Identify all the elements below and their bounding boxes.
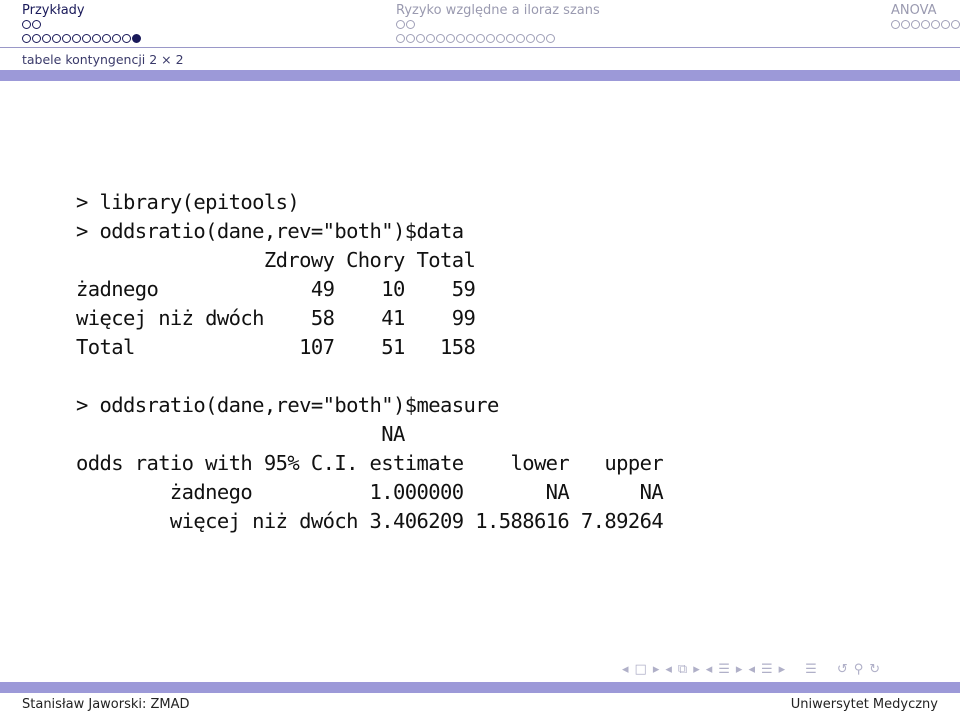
code-line: > oddsratio(dane,rev="both")$measure [76, 393, 499, 417]
code-line: żadnego 49 10 59 [76, 277, 476, 301]
code-line: żadnego 1.000000 NA NA [76, 480, 664, 504]
frame-dot[interactable] [931, 20, 940, 29]
frame-dot[interactable] [496, 34, 505, 43]
frame-dot[interactable] [486, 34, 495, 43]
nav-symbol-icon[interactable]: ▸ [779, 662, 786, 677]
frame-dot[interactable] [62, 34, 71, 43]
code-line: Total 107 51 158 [76, 335, 476, 359]
code-line: > oddsratio(dane,rev="both")$data [76, 219, 464, 243]
nav-symbol-icon[interactable]: ▸ [693, 662, 700, 677]
nav-symbol-icon[interactable]: ▸ [736, 662, 743, 677]
frame-dot[interactable] [891, 20, 900, 29]
frame-dot[interactable] [102, 34, 111, 43]
current-frame-dot[interactable] [132, 34, 141, 43]
header-navigation: Przykłady Ryzyko względne a iloraz szans… [0, 0, 960, 48]
frame-dot[interactable] [32, 34, 41, 43]
section-przyklady[interactable]: Przykłady [22, 3, 141, 46]
nav-symbol-icon[interactable]: ☰ [761, 662, 773, 677]
frame-dot[interactable] [82, 34, 91, 43]
footer-institution: Uniwersytet Medyczny [790, 697, 938, 712]
frame-dot[interactable] [72, 34, 81, 43]
frame-dot[interactable] [396, 20, 405, 29]
nav-symbol-icon[interactable]: ↺ [837, 662, 848, 677]
header-divider [0, 47, 960, 48]
frame-dot[interactable] [901, 20, 910, 29]
nav-dots-row [396, 20, 600, 32]
frame-dot[interactable] [456, 34, 465, 43]
frame-dot[interactable] [406, 20, 415, 29]
section-anova[interactable]: ANOVA [891, 3, 960, 32]
section-title[interactable]: Przykłady [22, 3, 141, 18]
subsection-title: tabele kontyngencji 2 × 2 [22, 52, 184, 67]
footer-author: Stanisław Jaworski: ZMAD [22, 697, 190, 712]
frame-dot[interactable] [546, 34, 555, 43]
frame-dot[interactable] [506, 34, 515, 43]
frame-dot[interactable] [32, 20, 41, 29]
nav-symbol-icon[interactable]: ◂ [622, 662, 629, 677]
footer-band [0, 682, 960, 693]
frame-dot[interactable] [426, 34, 435, 43]
frame-dot[interactable] [42, 34, 51, 43]
nav-dots-row [22, 20, 141, 32]
code-line: więcej niż dwóch 58 41 99 [76, 306, 476, 330]
nav-symbol-icon[interactable]: ◂ [665, 662, 672, 677]
nav-dots-row [22, 34, 141, 46]
nav-symbol-icon[interactable]: ⚲ [854, 662, 864, 677]
frame-dot[interactable] [396, 34, 405, 43]
nav-symbol-icon[interactable]: ◂ [706, 662, 713, 677]
code-line: > library(epitools) [76, 190, 300, 214]
code-line: Zdrowy Chory Total [76, 248, 476, 272]
frame-dot[interactable] [22, 20, 31, 29]
frame-dot[interactable] [416, 34, 425, 43]
nav-symbol-icon[interactable]: ☰ [805, 662, 817, 677]
code-line: odds ratio with 95% C.I. estimate lower … [76, 451, 664, 475]
nav-dots-row [396, 34, 600, 46]
frame-dot[interactable] [516, 34, 525, 43]
nav-dots-row [891, 20, 960, 32]
frame-dot[interactable] [122, 34, 131, 43]
frame-dot[interactable] [941, 20, 950, 29]
beamer-navigation-symbols: ◂ □ ▸ ◂ ⧉ ▸ ◂ ☰ ▸ ◂ ☰ ▸ ☰ ↺ ⚲ ↻ [622, 662, 880, 677]
frame-dot[interactable] [436, 34, 445, 43]
nav-symbol-icon[interactable]: ⧉ [678, 662, 687, 677]
section-ryzyko[interactable]: Ryzyko względne a iloraz szans [396, 3, 600, 46]
section-title[interactable]: Ryzyko względne a iloraz szans [396, 3, 600, 18]
frame-dot[interactable] [921, 20, 930, 29]
nav-symbol-icon[interactable]: ↻ [869, 662, 880, 677]
frame-dot[interactable] [536, 34, 545, 43]
frame-dot[interactable] [406, 34, 415, 43]
frame-dot[interactable] [446, 34, 455, 43]
frame-dot[interactable] [92, 34, 101, 43]
nav-symbol-icon[interactable]: ☰ [718, 662, 730, 677]
frame-dot[interactable] [22, 34, 31, 43]
frame-title-band [0, 70, 960, 81]
code-line: więcej niż dwóch 3.406209 1.588616 7.892… [76, 509, 664, 533]
frame-dot[interactable] [526, 34, 535, 43]
frame-dot[interactable] [466, 34, 475, 43]
frame-dot[interactable] [911, 20, 920, 29]
nav-symbol-icon[interactable]: ▸ [653, 662, 660, 677]
frame-dot[interactable] [951, 20, 960, 29]
section-title[interactable]: ANOVA [891, 3, 960, 18]
frame-dot[interactable] [52, 34, 61, 43]
code-line: NA [76, 422, 405, 446]
frame-dot[interactable] [476, 34, 485, 43]
r-console-output: > library(epitools) > oddsratio(dane,rev=… [76, 188, 664, 536]
nav-symbol-icon[interactable]: □ [635, 662, 647, 677]
nav-symbol-icon[interactable]: ◂ [748, 662, 755, 677]
frame-dot[interactable] [112, 34, 121, 43]
